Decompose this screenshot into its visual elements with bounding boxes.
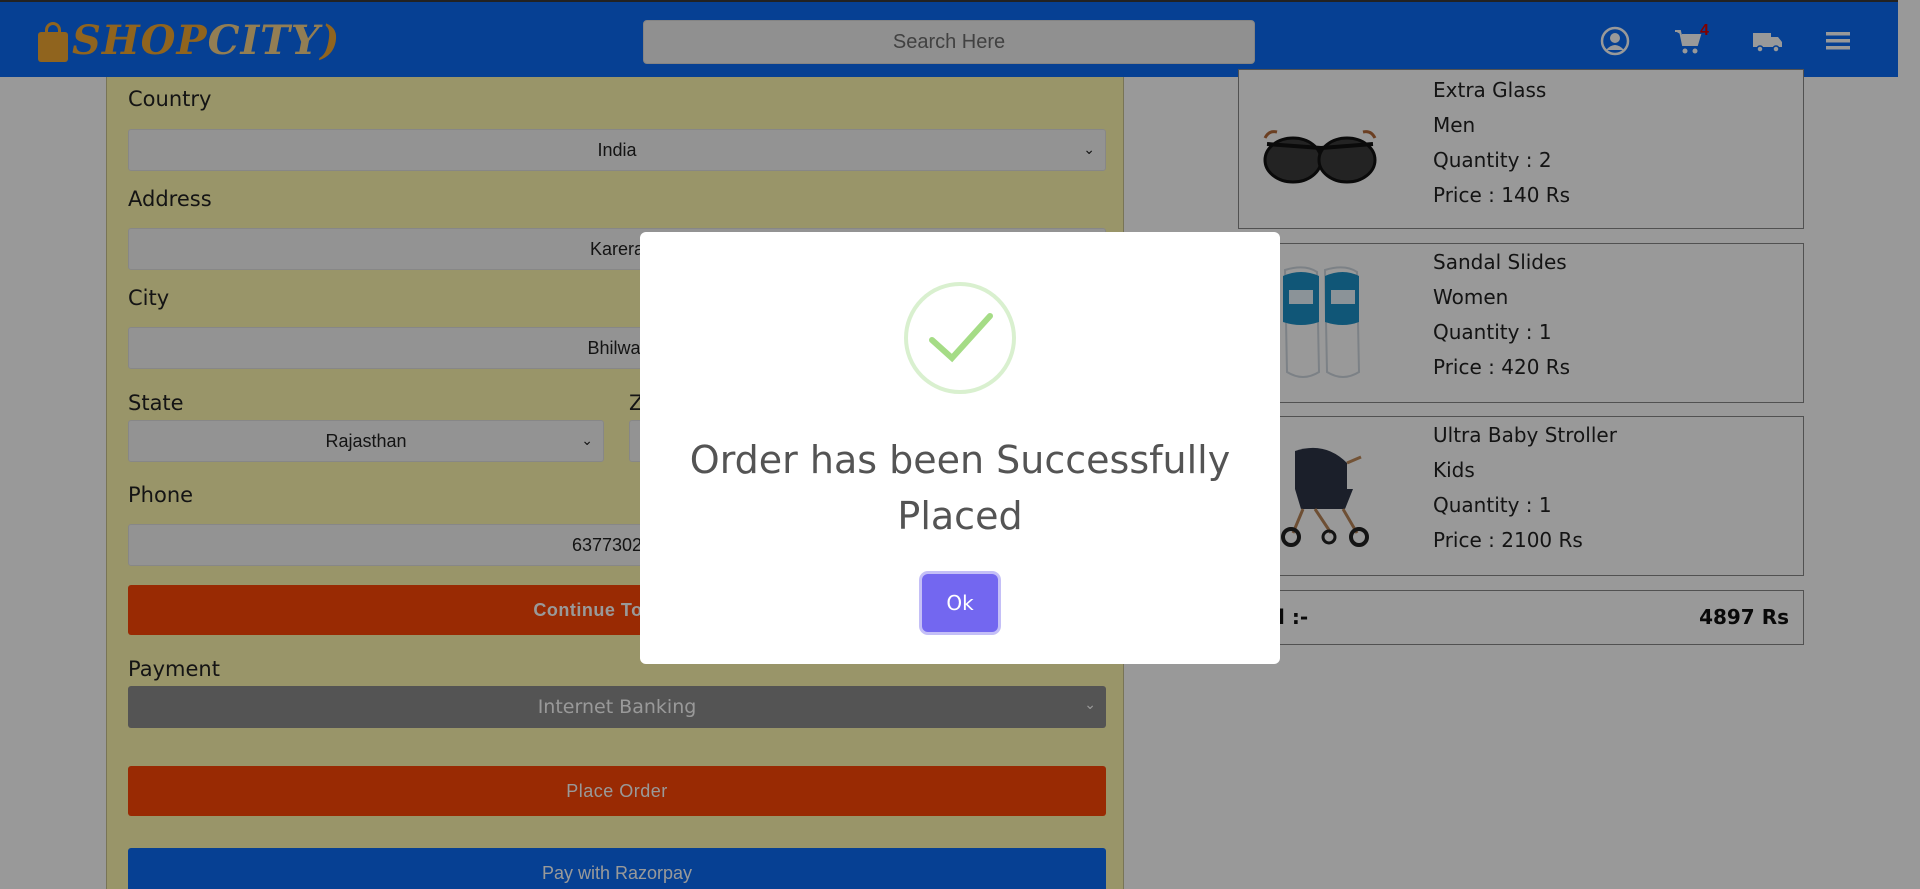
- ok-label: Ok: [946, 591, 974, 615]
- dialog-title: Order has been Successfully Placed: [689, 438, 1231, 538]
- ok-button[interactable]: Ok: [922, 574, 998, 632]
- order-success-dialog: Order has been Successfully Placed Ok: [640, 232, 1280, 664]
- success-check-icon: [904, 282, 1016, 394]
